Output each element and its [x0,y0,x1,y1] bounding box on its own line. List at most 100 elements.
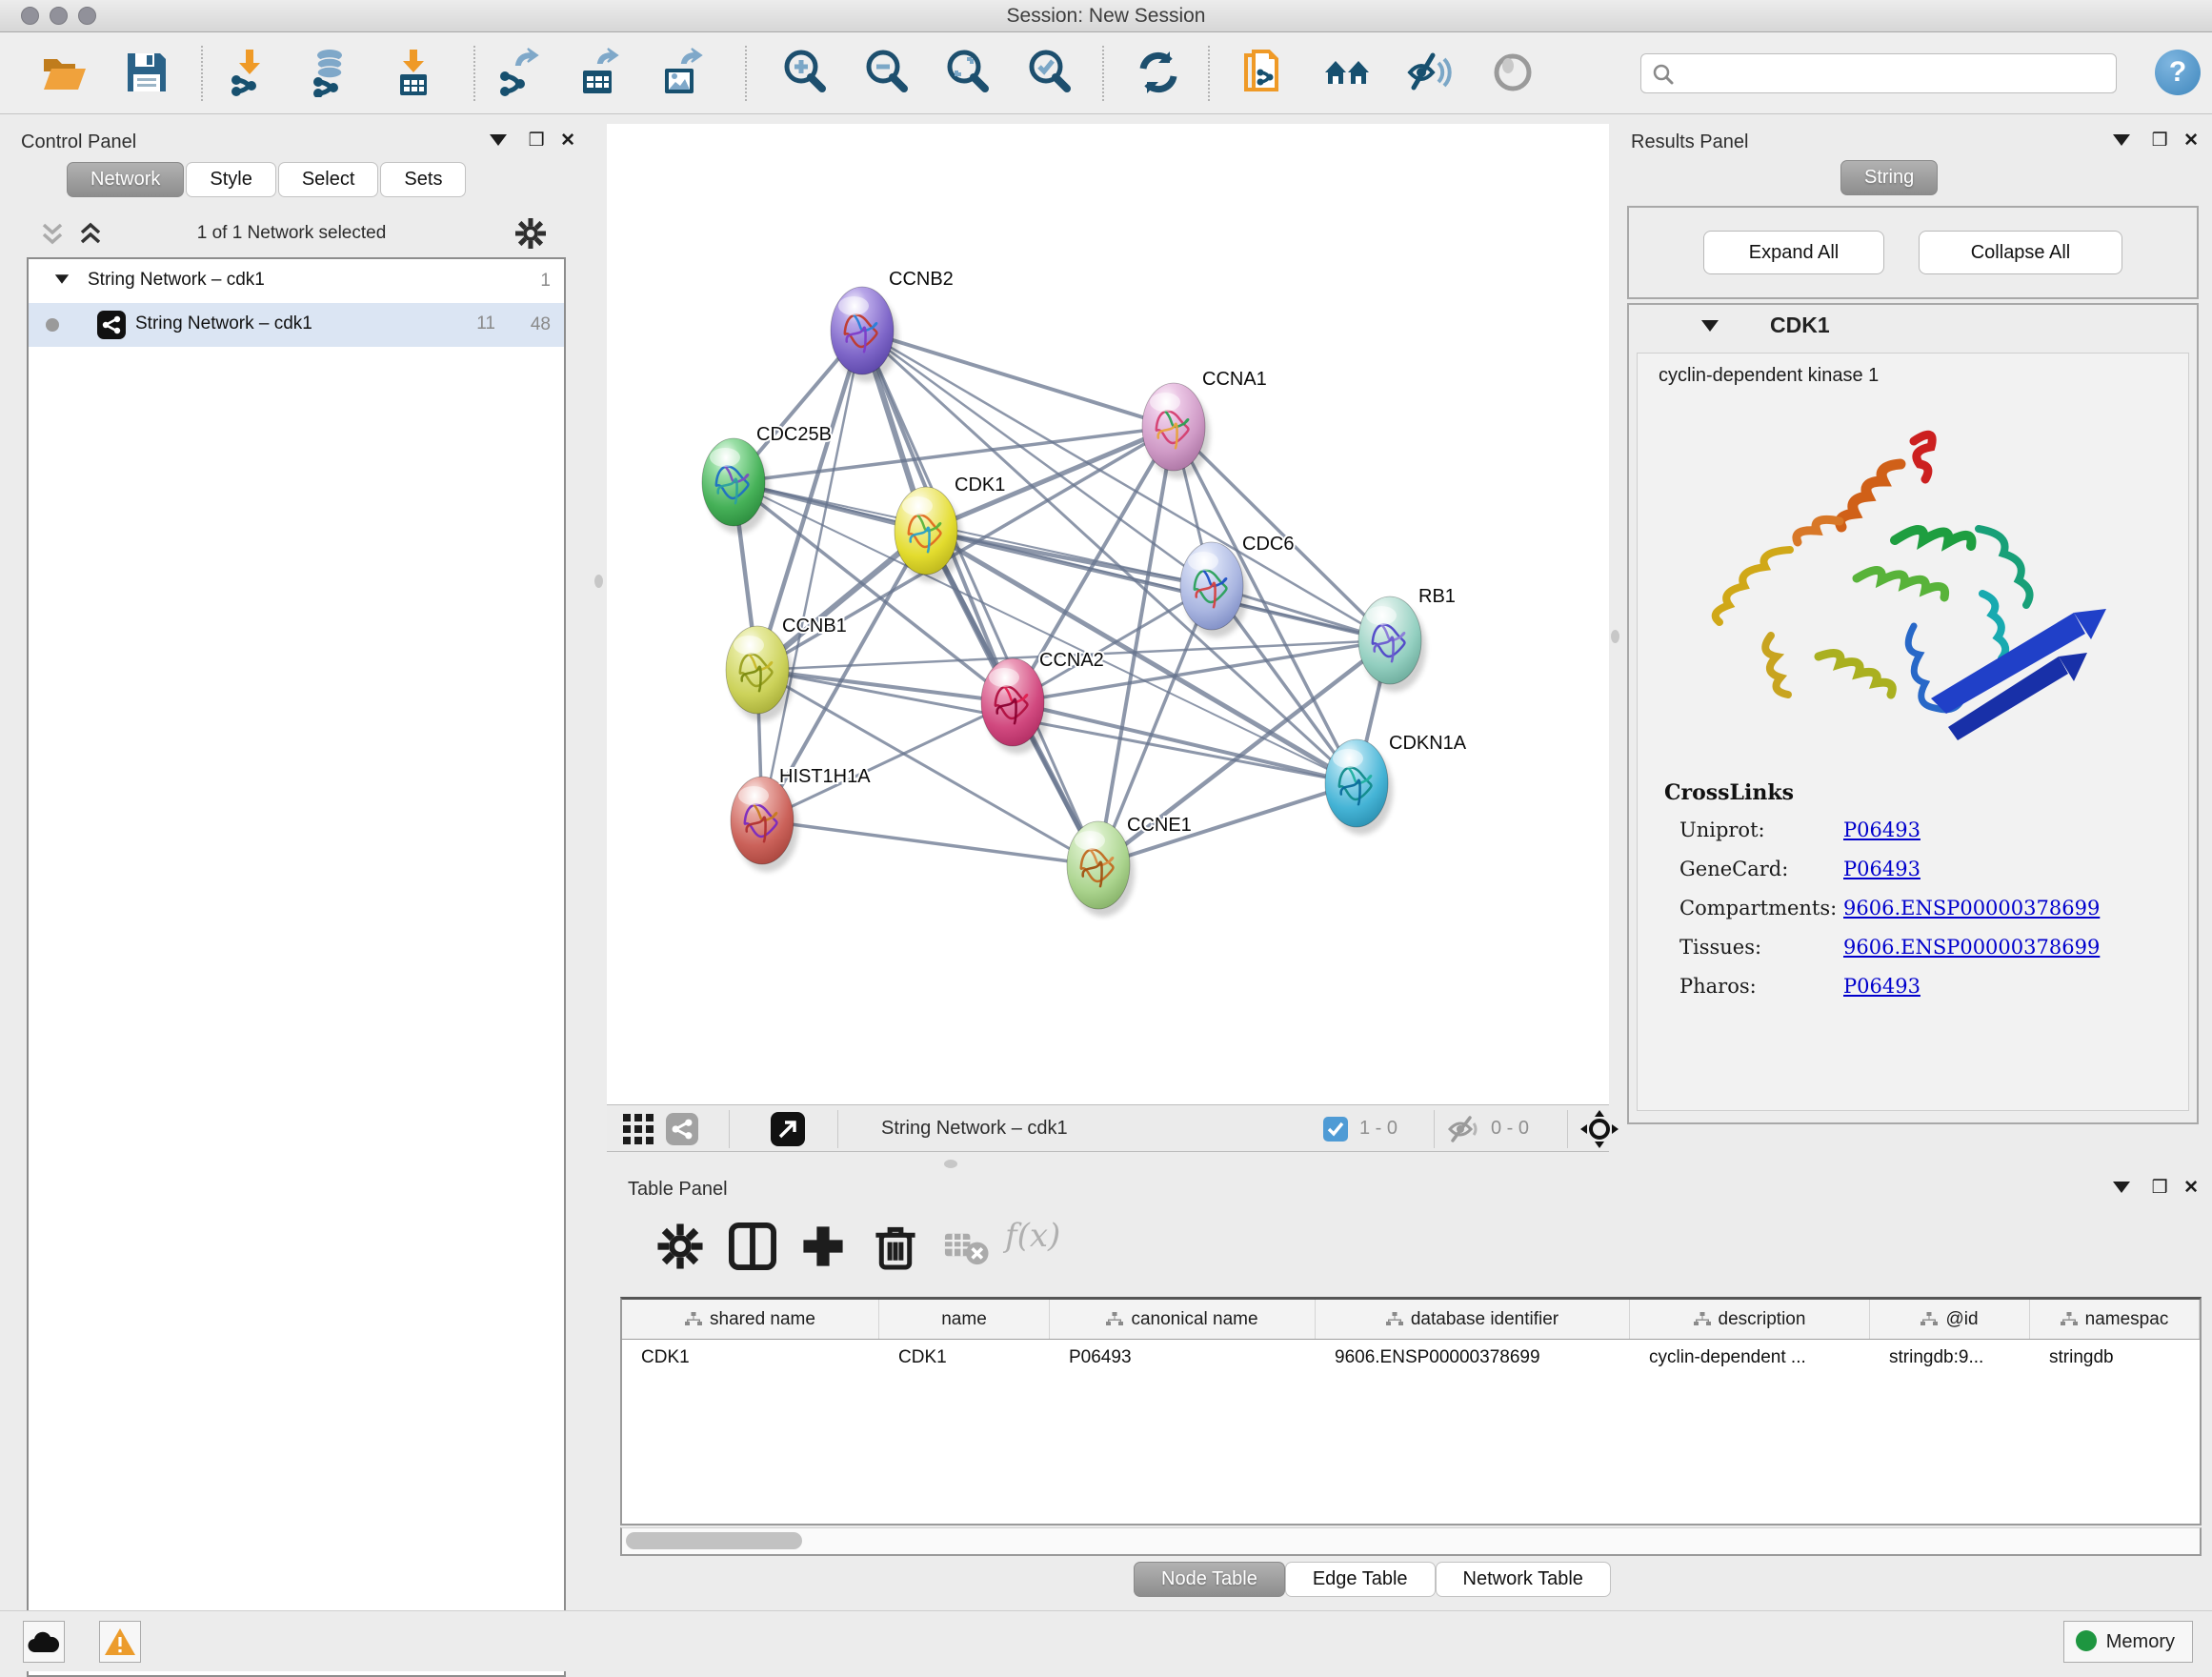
tab-select[interactable]: Select [278,162,379,197]
gear-icon[interactable] [656,1222,704,1270]
function-icon[interactable]: f(x) [1005,1217,1091,1264]
help-icon[interactable]: ? [2155,50,2201,95]
node-CDC25B[interactable]: CDC25B [702,424,832,534]
splitter-handle[interactable] [944,1160,957,1168]
edge-CCNB1-CCNA2[interactable] [757,670,1013,702]
column-header-canonical-name[interactable]: canonical name [1050,1300,1316,1339]
control-panel-float-icon[interactable]: ❒ [529,130,545,152]
results-panel-float-icon[interactable]: ❒ [2152,130,2168,152]
new-network-from-selection-icon[interactable] [1238,48,1288,97]
gear-icon[interactable] [514,217,547,250]
save-session-icon[interactable] [122,48,171,97]
tab-style[interactable]: Style [186,162,275,197]
export-network-icon[interactable] [495,48,545,97]
zoom-selected-icon[interactable] [1025,48,1075,97]
search-input[interactable] [1683,56,2102,89]
expand-all-icon[interactable] [76,219,105,248]
network-row[interactable]: String Network – cdk1 11 48 [29,303,564,347]
share-view-icon[interactable] [666,1113,698,1145]
node-RB1[interactable]: RB1 [1358,586,1456,692]
table-cell[interactable]: stringdb:9... [1870,1340,2030,1378]
cdk1-disclosure-icon[interactable] [1701,320,1719,332]
network-collection-row[interactable]: String Network – cdk1 1 [29,259,564,303]
control-panel-menu-icon[interactable] [490,134,507,146]
edge-CCNB2-HIST1H1A[interactable] [762,331,862,820]
crosslink-link[interactable]: 9606.ENSP00000378699 [1843,897,2100,919]
edge-HIST1H1A-CCNE1[interactable] [762,820,1098,865]
warning-button[interactable] [99,1621,141,1663]
table-horizontal-scrollbar[interactable] [620,1527,2202,1556]
table-cell[interactable]: cyclin-dependent ... [1630,1340,1870,1378]
table-cell[interactable]: stringdb [2030,1340,2200,1378]
eye-slash-icon[interactable] [1404,48,1454,97]
edge-CCNA2-HIST1H1A[interactable] [762,702,1013,820]
tab-network-table[interactable]: Network Table [1436,1562,1611,1597]
node-HIST1H1A[interactable]: HIST1H1A [731,766,871,872]
cloud-button[interactable] [23,1621,65,1663]
network-graph[interactable]: CCNB2CCNA1CDC25BCDK1CDC6RB1CCNB1CCNA2CDK… [607,124,1609,1104]
plus-icon[interactable] [799,1222,847,1270]
hidden-eye-slash-icon[interactable] [1447,1115,1481,1143]
table-row[interactable]: CDK1CDK1P064939606.ENSP00000378699cyclin… [622,1340,2200,1378]
table-panel-float-icon[interactable]: ❒ [2152,1177,2168,1199]
memory-button[interactable]: Memory [2063,1621,2193,1663]
export-image-icon[interactable] [657,48,707,97]
node-table[interactable]: shared namenamecanonical namedatabase id… [620,1297,2202,1525]
sphere-icon[interactable] [1488,48,1538,97]
selected-checkbox-icon[interactable] [1323,1117,1348,1142]
table-cell[interactable]: CDK1 [622,1340,879,1378]
import-database-icon[interactable] [305,48,354,97]
network-canvas[interactable]: CCNB2CCNA1CDC25BCDK1CDC6RB1CCNB1CCNA2CDK… [607,124,1609,1104]
table-cell[interactable]: CDK1 [879,1340,1050,1378]
node-CCNA1[interactable]: CCNA1 [1142,369,1267,478]
column-header-namespac[interactable]: namespac [2030,1300,2200,1339]
edge-CCNB2-CCNA1[interactable] [862,331,1174,427]
external-link-icon[interactable] [771,1112,805,1146]
refresh-layout-icon[interactable] [1134,48,1183,97]
columns-icon[interactable] [729,1222,776,1270]
zoom-fit-icon[interactable] [943,48,993,97]
scrollbar-thumb[interactable] [626,1532,802,1549]
export-table-icon[interactable] [575,48,625,97]
open-session-icon[interactable] [40,48,90,97]
tab-node-table[interactable]: Node Table [1134,1562,1285,1597]
crosslink-link[interactable]: P06493 [1843,975,1920,998]
crosslink-link[interactable]: P06493 [1843,818,1920,841]
node-CCNB2[interactable]: CCNB2 [831,269,954,382]
splitter-handle[interactable] [1611,630,1619,643]
results-panel-close-icon[interactable]: ✕ [2183,130,2199,152]
tab-network[interactable]: Network [67,162,184,197]
zoom-out-icon[interactable] [862,48,912,97]
tab-string[interactable]: String [1840,160,1938,195]
trash-icon[interactable] [872,1222,919,1270]
table-cell[interactable]: P06493 [1050,1340,1316,1378]
table-panel-close-icon[interactable]: ✕ [2183,1177,2199,1199]
edge-CCNB2-RB1[interactable] [862,331,1390,640]
table-cell[interactable]: 9606.ENSP00000378699 [1316,1340,1630,1378]
crosslink-link[interactable]: P06493 [1843,858,1920,880]
collapse-all-button[interactable]: Collapse All [1919,231,2122,274]
column-header-description[interactable]: description [1630,1300,1870,1339]
import-table-icon[interactable] [389,48,438,97]
column-header-database-identifier[interactable]: database identifier [1316,1300,1630,1339]
results-panel-menu-icon[interactable] [2113,134,2130,146]
splitter-handle[interactable] [594,575,603,588]
expand-all-button[interactable]: Expand All [1703,231,1884,274]
delete-table-icon[interactable] [942,1222,990,1270]
double-home-icon[interactable] [1322,48,1372,97]
column-header-@id[interactable]: @id [1870,1300,2030,1339]
column-header-shared-name[interactable]: shared name [622,1300,879,1339]
table-panel-menu-icon[interactable] [2113,1182,2130,1193]
grid-view-icon[interactable] [622,1113,654,1145]
node-CCNE1[interactable]: CCNE1 [1067,815,1192,917]
crosslink-link[interactable]: 9606.ENSP00000378699 [1843,936,2100,959]
tab-edge-table[interactable]: Edge Table [1285,1562,1436,1597]
collection-disclosure-icon[interactable] [55,274,69,284]
collapse-all-icon[interactable] [38,219,67,248]
tab-sets[interactable]: Sets [380,162,466,197]
birds-eye-crosshair-icon[interactable] [1580,1110,1619,1148]
zoom-in-icon[interactable] [780,48,830,97]
column-header-name[interactable]: name [879,1300,1050,1339]
cdk1-section-header[interactable]: CDK1 [1629,305,2197,351]
import-network-icon[interactable] [225,48,274,97]
